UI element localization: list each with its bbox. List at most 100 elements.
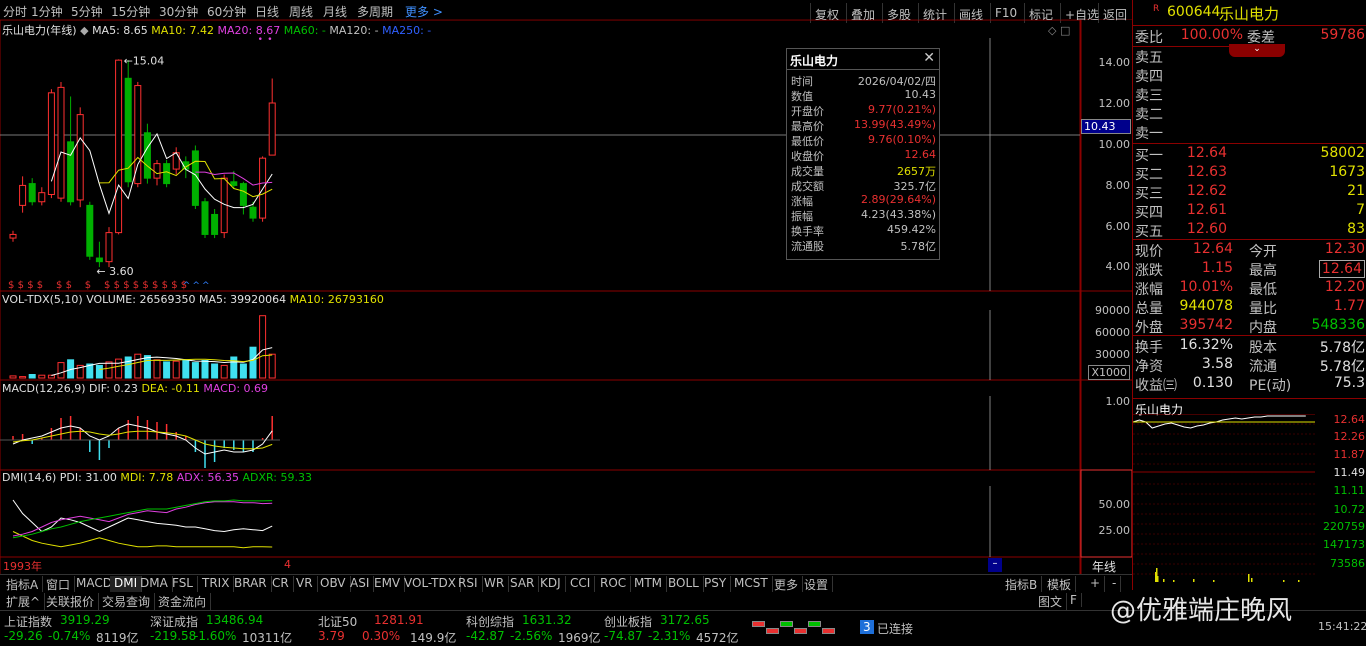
volume-value: VOLUME: 26569350 [86, 293, 196, 306]
sell-level-row[interactable]: 卖四 [1133, 66, 1366, 85]
buy-level-price: 12.61 [1186, 202, 1227, 218]
quote-label: 最高 [1249, 263, 1277, 279]
indicator-tab[interactable]: RSI [454, 576, 483, 592]
buy-level-row[interactable]: 买一 12.64 58002 [1133, 145, 1366, 164]
signal-marker: $ [8, 280, 14, 290]
index-name[interactable]: 科创综指 [466, 613, 514, 630]
dmi-tick: 50.00 [1098, 498, 1131, 511]
mini-tick: 11.11 [1333, 484, 1366, 497]
period-tab[interactable]: 15分钟 [111, 3, 150, 20]
mini-volume-bar [1251, 578, 1253, 582]
quote-label: PE(动) [1249, 378, 1292, 394]
indicator-tab[interactable]: VOL-TDX [400, 576, 461, 592]
data-window-label: 数值 [791, 90, 813, 103]
indicator-tab[interactable]: TRIX [198, 576, 235, 592]
period-tab[interactable]: 5分钟 [71, 3, 103, 20]
indicator-tab[interactable]: 更多 [770, 576, 804, 592]
buy-level-label: 买一 [1135, 148, 1163, 164]
quote-value: 5.78亿 [1319, 340, 1365, 356]
index-name[interactable]: 深证成指 [150, 613, 198, 630]
data-window-value: 2.89(29.64%) [860, 193, 936, 206]
indicator-tabs: 指标A 窗口 MACD DMI DMA FSL TRIX BRAR CR VR OBV ASI EMV V… [0, 574, 1132, 592]
clock: 15:41:22 [1318, 620, 1366, 633]
indicator-tab[interactable]: ROC [596, 576, 632, 592]
buy-level-row[interactable]: 买二 12.63 1673 [1133, 164, 1366, 183]
stock-name: 乐山电力 [1219, 5, 1280, 23]
dmi-adx: ADX: 56.35 [176, 471, 239, 484]
period-tab[interactable]: 分时 [3, 3, 27, 20]
indicator-tab[interactable]: PSY [700, 576, 732, 592]
breadth-bar [822, 628, 835, 634]
data-window-value: 5.78亿 [900, 240, 937, 253]
index-name[interactable]: 北证50 [318, 613, 357, 630]
extension-tab-right[interactable]: F [1066, 593, 1082, 607]
quote-row: 外盘 395742 内盘 548336 [1133, 317, 1366, 336]
price-tick: 10.00 [1098, 138, 1131, 151]
indicator-tab-right[interactable]: 指标B [1001, 576, 1043, 592]
period-tab[interactable]: 60分钟 [207, 3, 246, 20]
index-percent: -2.31% [648, 629, 691, 643]
period-tab[interactable]: 日线 [255, 3, 279, 20]
index-change: -219.58 [150, 629, 197, 643]
indicator-tab[interactable]: MTM [630, 576, 668, 592]
buy-level-row[interactable]: 买四 12.61 7 [1133, 202, 1366, 221]
divider [787, 69, 939, 70]
indicator-tab[interactable]: MCST [730, 576, 773, 592]
indicator-tab[interactable]: 窗口 [42, 576, 76, 592]
buy-level-row[interactable]: 买五 12.60 83 [1133, 221, 1366, 240]
breadth-bar [808, 621, 821, 627]
buy-level-row[interactable]: 买三 12.62 21 [1133, 183, 1366, 202]
indicator-tab-right[interactable]: 模板 [1043, 576, 1077, 592]
indicator-tab[interactable]: BRAR [230, 576, 272, 592]
volume-bar [19, 376, 27, 379]
period-tab[interactable]: 月线 [323, 3, 347, 20]
indicator-tab[interactable]: KDJ [536, 576, 566, 592]
index-name[interactable]: 上证指数 [4, 613, 52, 630]
volume-bar [57, 362, 65, 379]
buy-level-volume: 58002 [1320, 145, 1365, 161]
volume-axis: 90000 60000 30000 X1000 [1082, 292, 1130, 380]
sell-level-row[interactable]: 卖二 [1133, 104, 1366, 123]
indicator-tab[interactable]: CCI [566, 576, 596, 592]
mini-volume-bar [1163, 579, 1165, 582]
extension-tab[interactable]: 资金流向 [154, 593, 212, 610]
extension-tab[interactable]: 关联报价 [42, 593, 100, 610]
indicator-tab[interactable]: 设置 [800, 576, 834, 592]
data-window-value: 2657万 [897, 165, 936, 178]
mini-tick: 12.26 [1333, 430, 1366, 443]
period-tab[interactable]: 1分钟 [31, 3, 63, 20]
period-tab[interactable]: 更多 > [405, 3, 443, 20]
indicator-tab[interactable]: WR [480, 576, 510, 592]
indicator-tab[interactable]: 指标A [2, 576, 44, 592]
dmi-tick: 25.00 [1098, 524, 1131, 537]
connection-status[interactable]: 已连接 [877, 620, 913, 637]
signal-marker: • [258, 35, 263, 45]
indicator-tab[interactable]: CR [268, 576, 294, 592]
index-name[interactable]: 创业板指 [604, 613, 652, 630]
quote-panel: R 600644 乐山电力 委比 100.00% 委差 59786 ⌄ 卖五 卖四… [1132, 0, 1366, 590]
extension-tab[interactable]: 交易查询 [98, 593, 156, 610]
indicator-tab-right[interactable]: + [1086, 576, 1106, 592]
indicator-tab[interactable]: SAR [506, 576, 540, 592]
index-value: 3172.65 [660, 613, 710, 627]
extension-tab[interactable]: 扩展^ [2, 593, 46, 610]
close-icon[interactable]: ✕ [923, 50, 935, 66]
quote-value: 75.3 [1333, 375, 1365, 391]
signal-marker: $ [133, 280, 139, 290]
indicator-tab[interactable]: VR [292, 576, 318, 592]
extension-tab-right[interactable]: 图文 [1034, 593, 1068, 610]
period-tab[interactable]: 周线 [289, 3, 313, 20]
sell-level-row[interactable]: 卖三 [1133, 85, 1366, 104]
sell-level-row[interactable]: 卖一 [1133, 123, 1366, 142]
indicator-tab[interactable]: FSL [168, 576, 198, 592]
indicator-tab[interactable]: BOLL [664, 576, 704, 592]
volume-bar [191, 362, 199, 379]
period-tab[interactable]: 多周期 [357, 3, 393, 20]
high-price-label: ←15.04 [124, 54, 165, 67]
period-label: 年线 [1092, 560, 1117, 574]
quote-label: 流通 [1249, 359, 1277, 375]
candle-body [28, 183, 36, 203]
quote-label: 内盘 [1249, 320, 1277, 336]
sell-level-row[interactable]: 卖五 [1133, 47, 1366, 66]
period-tab[interactable]: 30分钟 [159, 3, 198, 20]
